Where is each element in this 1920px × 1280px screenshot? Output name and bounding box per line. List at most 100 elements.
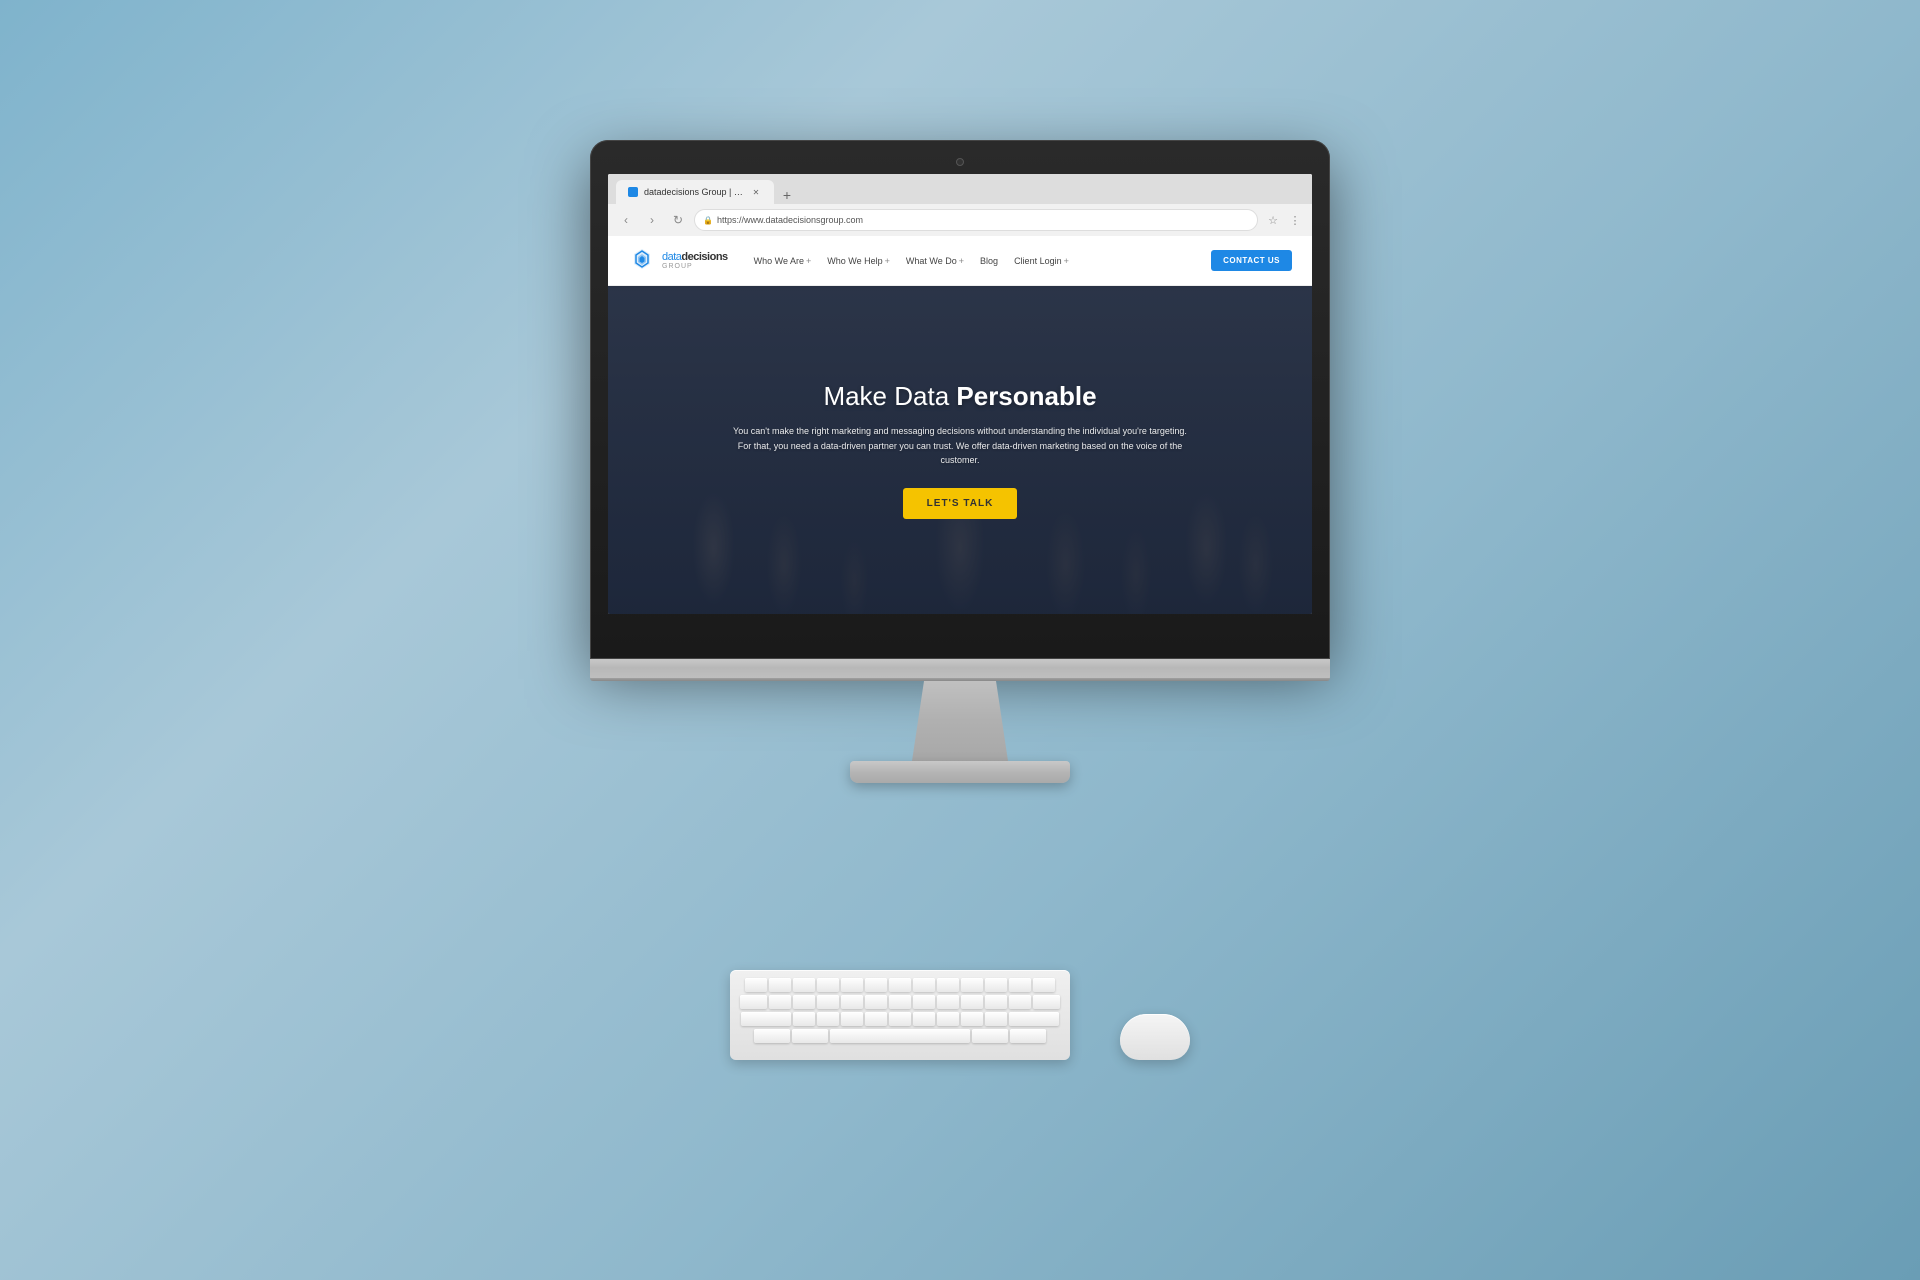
forward-button[interactable]: › <box>642 210 662 230</box>
key <box>817 995 839 1009</box>
url-text: https://www.datadecisionsgroup.com <box>717 215 863 225</box>
hero-subtitle: You can't make the right marketing and m… <box>730 424 1190 467</box>
nav-dropdown-icon-4: + <box>1064 256 1069 266</box>
hero-content: Make Data Personable You can't make the … <box>710 381 1210 518</box>
nav-dropdown-icon-1: + <box>885 256 890 266</box>
nav-client-login[interactable]: Client Login + <box>1008 252 1075 270</box>
key <box>889 995 911 1009</box>
nav-who-we-help[interactable]: Who We Help + <box>821 252 896 270</box>
camera-dot <box>956 158 964 166</box>
key <box>793 1012 815 1026</box>
key <box>937 978 959 992</box>
browser-tab-bar: datadecisions Group | Make D... ✕ + <box>608 174 1312 204</box>
website-content: datadecisions GROUP Who We Are + <box>608 236 1312 614</box>
key <box>1009 978 1031 992</box>
imac-chin <box>590 659 1330 681</box>
hero-title-bold: Personable <box>956 381 1096 411</box>
key <box>817 1012 839 1026</box>
hero-title: Make Data Personable <box>730 381 1190 412</box>
key <box>985 1012 1007 1026</box>
key <box>937 995 959 1009</box>
key <box>985 995 1007 1009</box>
nav-actions: CONTACT US <box>1211 250 1292 271</box>
tab-favicon-icon <box>628 187 638 197</box>
key <box>817 978 839 992</box>
key <box>1010 1029 1046 1043</box>
key <box>1009 1012 1059 1026</box>
browser-tab-active[interactable]: datadecisions Group | Make D... ✕ <box>616 180 774 204</box>
key <box>985 978 1007 992</box>
key <box>972 1029 1008 1043</box>
address-bar[interactable]: 🔒 https://www.datadecisionsgroup.com <box>694 209 1258 231</box>
key <box>769 978 791 992</box>
key <box>937 1012 959 1026</box>
tab-title-label: datadecisions Group | Make D... <box>644 187 744 197</box>
logo-data-text: datadecisions <box>662 252 728 263</box>
key <box>841 995 863 1009</box>
imac-display: datadecisions Group | Make D... ✕ + ‹ › … <box>590 140 1330 783</box>
nav-dropdown-icon-0: + <box>806 256 811 266</box>
nav-links: Who We Are + Who We Help + What We Do + <box>748 252 1211 270</box>
key <box>865 1012 887 1026</box>
key-row-2 <box>740 995 1060 1009</box>
screen: datadecisions Group | Make D... ✕ + ‹ › … <box>608 174 1312 614</box>
key <box>793 978 815 992</box>
key <box>961 995 983 1009</box>
screen-bezel: datadecisions Group | Make D... ✕ + ‹ › … <box>590 140 1330 659</box>
nav-what-we-do[interactable]: What We Do + <box>900 252 970 270</box>
nav-dropdown-icon-2: + <box>959 256 964 266</box>
key <box>913 978 935 992</box>
bookmark-star-icon[interactable]: ☆ <box>1264 211 1282 229</box>
key <box>841 978 863 992</box>
new-tab-button[interactable]: + <box>778 186 796 204</box>
scene: datadecisions Group | Make D... ✕ + ‹ › … <box>510 140 1410 1140</box>
key <box>793 995 815 1009</box>
key <box>745 978 767 992</box>
key <box>1009 995 1031 1009</box>
browser-menu-icon[interactable]: ⋮ <box>1286 211 1304 229</box>
key-row-3 <box>740 1012 1060 1026</box>
hero-section: Make Data Personable You can't make the … <box>608 286 1312 614</box>
key <box>754 1029 790 1043</box>
key <box>741 1012 791 1026</box>
key <box>1033 978 1055 992</box>
key-row-1 <box>740 978 1060 992</box>
key <box>865 978 887 992</box>
nav-blog[interactable]: Blog <box>974 252 1004 270</box>
key <box>740 995 767 1009</box>
logo-icon <box>628 247 656 275</box>
logo-group-text: GROUP <box>662 263 728 270</box>
key <box>841 1012 863 1026</box>
key <box>1033 995 1060 1009</box>
tab-close-button[interactable]: ✕ <box>750 186 762 198</box>
key-row-4 <box>740 1029 1060 1043</box>
spacebar-key <box>830 1029 970 1043</box>
key <box>889 1012 911 1026</box>
keyboard <box>730 970 1070 1060</box>
key <box>889 978 911 992</box>
toolbar-icons: ☆ ⋮ <box>1264 211 1304 229</box>
key <box>769 995 791 1009</box>
browser-toolbar: ‹ › ↻ 🔒 https://www.datadecisionsgroup.c… <box>608 204 1312 236</box>
browser-chrome: datadecisions Group | Make D... ✕ + ‹ › … <box>608 174 1312 236</box>
mouse <box>1120 1014 1190 1060</box>
key <box>961 978 983 992</box>
key <box>913 1012 935 1026</box>
key <box>792 1029 828 1043</box>
key <box>913 995 935 1009</box>
back-button[interactable]: ‹ <box>616 210 636 230</box>
ssl-lock-icon: 🔒 <box>703 216 713 225</box>
refresh-button[interactable]: ↻ <box>668 210 688 230</box>
site-logo[interactable]: datadecisions GROUP <box>628 247 728 275</box>
stand-base <box>850 761 1070 783</box>
key <box>865 995 887 1009</box>
site-navigation: datadecisions GROUP Who We Are + <box>608 236 1312 286</box>
peripherals-area <box>660 970 1260 1060</box>
logo-text: datadecisions GROUP <box>662 252 728 270</box>
hero-title-plain: Make Data <box>823 381 956 411</box>
nav-who-we-are[interactable]: Who We Are + <box>748 252 818 270</box>
stand-neck <box>900 681 1020 761</box>
logo-decisions-text: decisions <box>681 251 727 263</box>
contact-us-button[interactable]: CONTACT US <box>1211 250 1292 271</box>
lets-talk-button[interactable]: LET'S TALK <box>903 488 1018 519</box>
